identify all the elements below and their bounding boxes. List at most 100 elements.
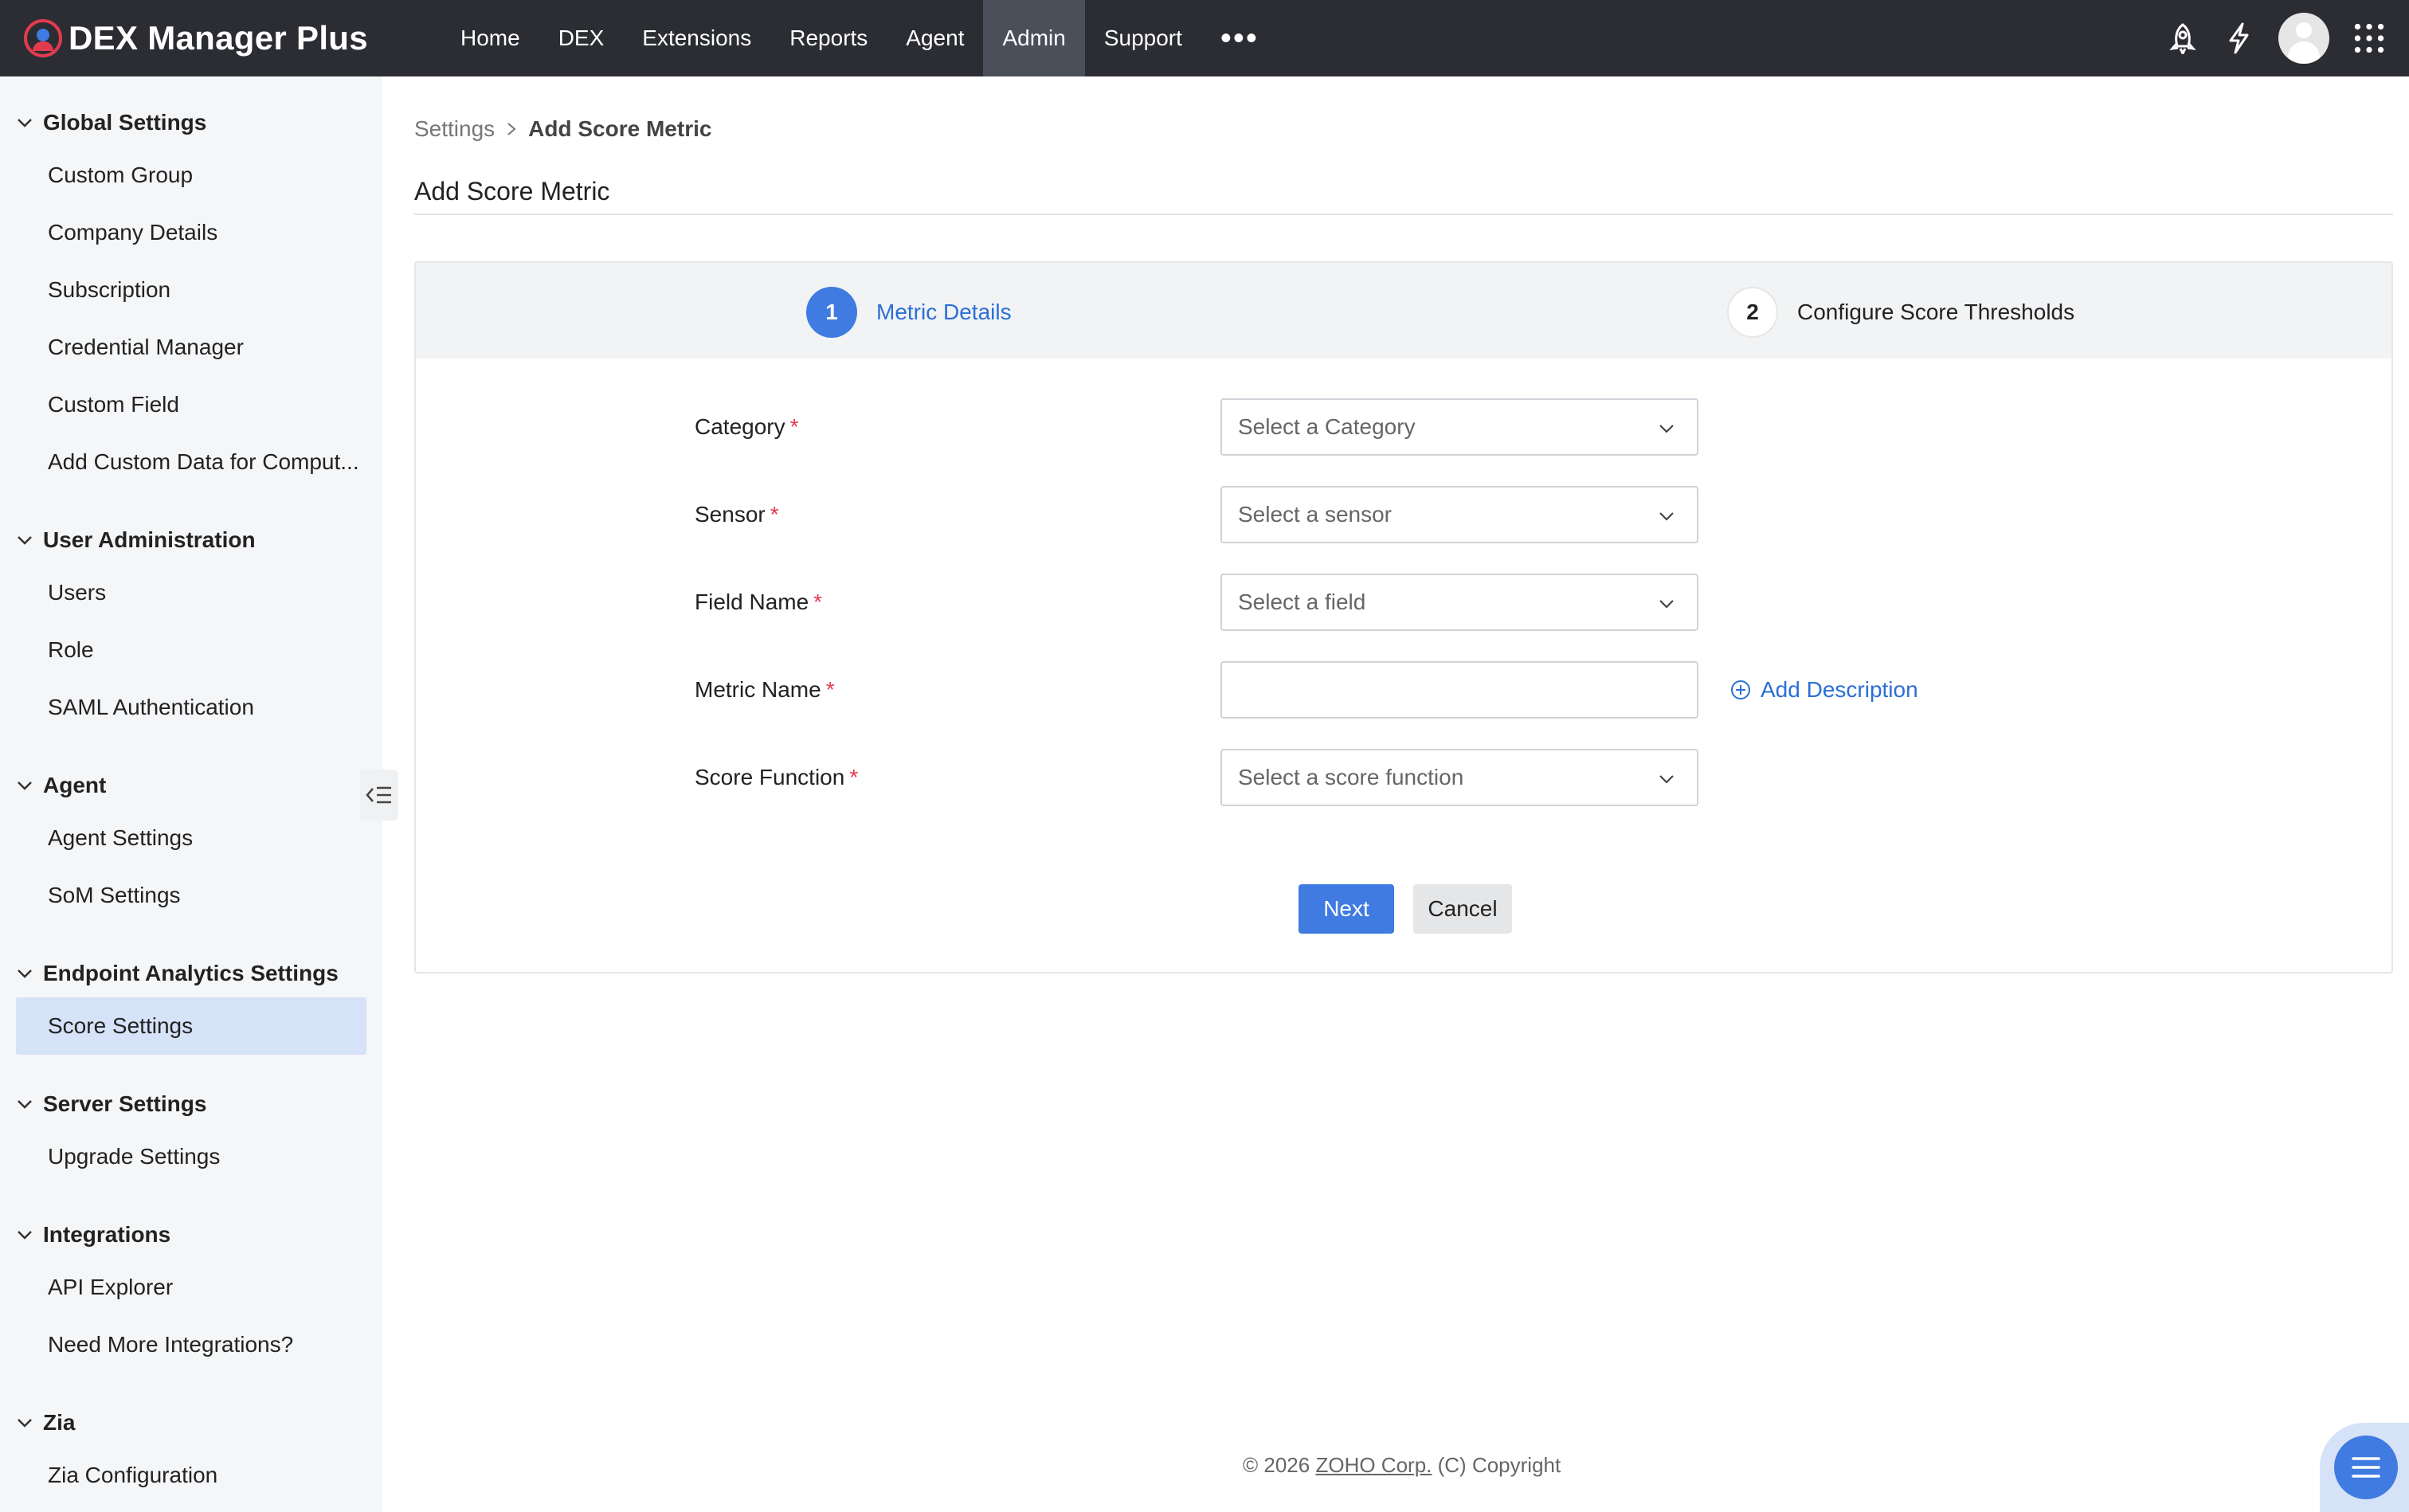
nav-extensions[interactable]: Extensions xyxy=(623,0,770,76)
chevron-right-icon xyxy=(507,123,516,135)
nav-support[interactable]: Support xyxy=(1085,0,1201,76)
app-grid-icon[interactable] xyxy=(2353,22,2385,54)
form-row-field-name: Field Name * Select a field xyxy=(695,574,1698,631)
add-description-link[interactable]: Add Description xyxy=(1730,677,1918,703)
sidebar-item-custom-field[interactable]: Custom Field xyxy=(0,376,382,433)
page-title: Add Score Metric xyxy=(414,177,610,206)
field-name-label: Field Name * xyxy=(695,590,823,614)
sidebar-group-title: Endpoint Analytics Settings xyxy=(43,961,339,985)
user-avatar[interactable] xyxy=(2278,13,2329,64)
sidebar-item-zia-configuration[interactable]: Zia Configuration xyxy=(0,1447,382,1504)
sidebar-item-saml-authentication[interactable]: SAML Authentication xyxy=(0,679,382,736)
add-description-label: Add Description xyxy=(1761,677,1918,702)
step-number: 2 xyxy=(1727,287,1778,338)
sidebar-group-title: Integrations xyxy=(43,1222,171,1247)
metric-name-label: Metric Name * xyxy=(695,677,835,702)
rocket-icon[interactable] xyxy=(2167,22,2199,54)
sidebar-item-users[interactable]: Users xyxy=(0,564,382,621)
sidebar-group-header[interactable]: User Administration xyxy=(0,516,382,564)
plus-circle-icon xyxy=(1731,680,1750,699)
app-title: DEX Manager Plus xyxy=(69,19,368,57)
top-navbar: DEX Manager Plus Home DEX Extensions Rep… xyxy=(0,0,2409,76)
next-button[interactable]: Next xyxy=(1299,884,1394,934)
nav-admin[interactable]: Admin xyxy=(983,0,1085,76)
main-nav: Home DEX Extensions Reports Agent Admin … xyxy=(441,0,1278,76)
nav-agent[interactable]: Agent xyxy=(887,0,983,76)
breadcrumb-settings-link[interactable]: Settings xyxy=(414,116,495,142)
sidebar-group-header[interactable]: Zia xyxy=(0,1399,382,1447)
step-configure-thresholds[interactable]: 2 Configure Score Thresholds xyxy=(1727,287,2074,338)
title-divider xyxy=(414,213,2393,215)
sidebar-item-api-explorer[interactable]: API Explorer xyxy=(0,1259,382,1316)
step-label: Metric Details xyxy=(876,300,1012,324)
sidebar-group-title: User Administration xyxy=(43,527,256,552)
step-metric-details[interactable]: 1 Metric Details xyxy=(806,287,1012,338)
sidebar-item-add-custom-data[interactable]: Add Custom Data for Comput... xyxy=(0,433,382,491)
form-row-metric-name: Metric Name * Add Description xyxy=(695,661,1918,719)
category-label: Category * xyxy=(695,414,799,439)
chevron-down-icon xyxy=(1659,425,1674,433)
sidebar-item-need-more-integrations[interactable]: Need More Integrations? xyxy=(0,1316,382,1373)
sensor-label: Sensor * xyxy=(695,502,779,527)
sidebar-item-credential-manager[interactable]: Credential Manager xyxy=(0,319,382,376)
sensor-select[interactable]: Select a sensor xyxy=(1220,486,1698,543)
logo-icon xyxy=(24,19,62,57)
chevron-down-icon xyxy=(1659,775,1674,784)
nav-home[interactable]: Home xyxy=(441,0,539,76)
sidebar-group-title: Zia xyxy=(43,1410,76,1435)
sidebar-item-som-settings[interactable]: SoM Settings xyxy=(0,867,382,924)
chevron-down-icon xyxy=(18,536,32,545)
sidebar-group-title: Agent xyxy=(43,773,107,797)
sidebar-group-user-administration: User Administration Users Role SAML Auth… xyxy=(0,516,382,736)
chevron-down-icon xyxy=(18,1100,32,1109)
sidebar-group-header[interactable]: Global Settings xyxy=(0,99,382,147)
chevron-down-icon xyxy=(18,969,32,978)
menu-fab-icon[interactable] xyxy=(2334,1436,2398,1499)
footer-suffix: (C) Copyright xyxy=(1437,1453,1561,1477)
sidebar-item-subscription[interactable]: Subscription xyxy=(0,261,382,319)
nav-dex[interactable]: DEX xyxy=(539,0,624,76)
breadcrumb: Settings Add Score Metric xyxy=(414,116,711,142)
sidebar-item-upgrade-settings[interactable]: Upgrade Settings xyxy=(0,1128,382,1185)
zoho-corp-link[interactable]: ZOHO Corp. xyxy=(1315,1453,1432,1477)
sidebar-group-title: Server Settings xyxy=(43,1091,207,1116)
footer-copyright: © 2026 ZOHO Corp. (C) Copyright xyxy=(1243,1453,1561,1478)
step-number: 1 xyxy=(806,287,857,338)
sidebar-group-header[interactable]: Integrations xyxy=(0,1211,382,1259)
sidebar-group-global-settings: Global Settings Custom Group Company Det… xyxy=(0,99,382,491)
sidebar-group-header[interactable]: Server Settings xyxy=(0,1080,382,1128)
chevron-down-icon xyxy=(18,781,32,790)
sidebar-item-role[interactable]: Role xyxy=(0,621,382,679)
chevron-down-icon xyxy=(18,119,32,127)
sidebar-group-agent: Agent Agent Settings SoM Settings xyxy=(0,762,382,924)
category-select[interactable]: Select a Category xyxy=(1220,398,1698,456)
score-function-label: Score Function * xyxy=(695,765,859,789)
settings-sidebar: Global Settings Custom Group Company Det… xyxy=(0,76,382,1512)
lightning-icon[interactable] xyxy=(2223,22,2254,54)
sidebar-group-header[interactable]: Agent xyxy=(0,762,382,809)
sidebar-group-server-settings: Server Settings Upgrade Settings xyxy=(0,1080,382,1185)
score-function-select[interactable]: Select a score function xyxy=(1220,749,1698,806)
form-row-sensor: Sensor * Select a sensor xyxy=(695,486,1698,543)
footer-prefix: © 2026 xyxy=(1243,1453,1310,1477)
form-row-category: Category * Select a Category xyxy=(695,398,1698,456)
nav-reports[interactable]: Reports xyxy=(770,0,887,76)
score-function-placeholder: Select a score function xyxy=(1238,765,1464,789)
form-row-score-function: Score Function * Select a score function xyxy=(695,749,1698,806)
chevron-down-icon xyxy=(18,1419,32,1428)
sidebar-item-custom-group[interactable]: Custom Group xyxy=(0,147,382,204)
sidebar-group-header[interactable]: Endpoint Analytics Settings xyxy=(0,950,382,997)
metric-name-input[interactable] xyxy=(1220,661,1698,719)
field-name-select[interactable]: Select a field xyxy=(1220,574,1698,631)
sidebar-item-score-settings[interactable]: Score Settings xyxy=(16,997,366,1055)
chevron-down-icon xyxy=(18,1231,32,1240)
more-menu-icon[interactable]: ••• xyxy=(1201,0,1278,76)
collapse-sidebar-icon[interactable] xyxy=(360,770,398,821)
app-logo[interactable]: DEX Manager Plus xyxy=(24,19,422,57)
sidebar-group-integrations: Integrations API Explorer Need More Inte… xyxy=(0,1211,382,1373)
chevron-down-icon xyxy=(1659,600,1674,609)
sidebar-item-company-details[interactable]: Company Details xyxy=(0,204,382,261)
category-placeholder: Select a Category xyxy=(1238,414,1416,439)
sidebar-item-agent-settings[interactable]: Agent Settings xyxy=(0,809,382,867)
cancel-button[interactable]: Cancel xyxy=(1413,884,1512,934)
